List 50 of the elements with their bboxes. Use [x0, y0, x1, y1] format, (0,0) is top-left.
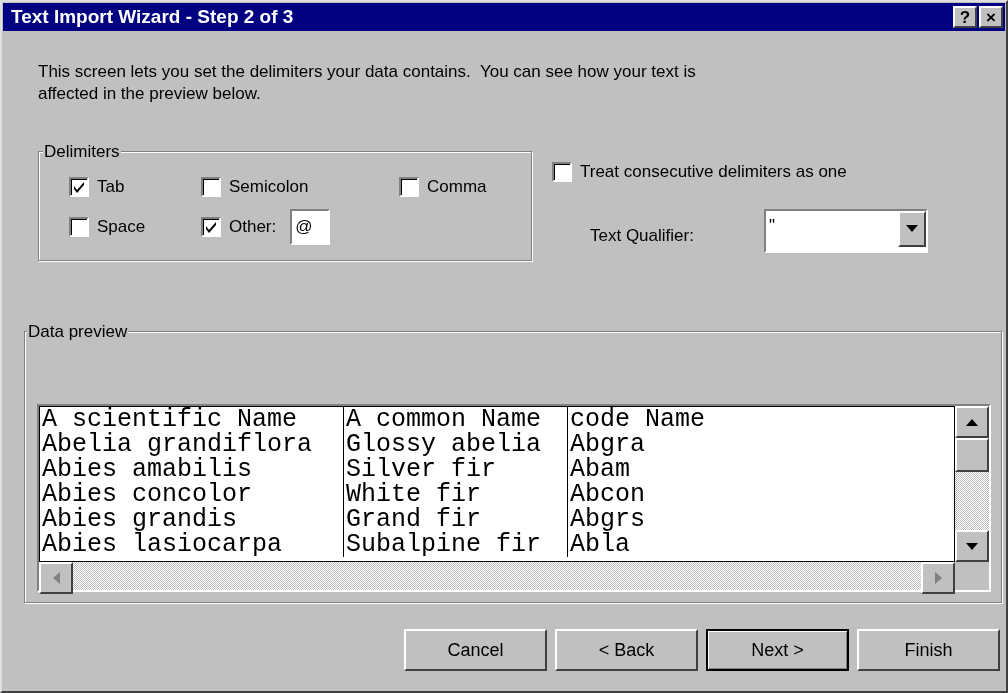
table-cell: White fir	[344, 482, 568, 507]
table-cell-text: code Name	[569, 407, 707, 432]
close-button[interactable]: ×	[979, 6, 1003, 28]
checkbox[interactable]	[399, 177, 419, 197]
table-cell: Glossy abelia	[344, 432, 568, 457]
table-cell: Silver fir	[344, 457, 568, 482]
checkbox[interactable]	[552, 161, 572, 182]
scroll-up-icon[interactable]	[955, 406, 989, 438]
input-field[interactable]: @	[290, 209, 331, 245]
check-icon	[72, 180, 86, 194]
table-cell-text: Abgra	[569, 432, 646, 457]
checkbox-label: Tab	[97, 176, 125, 199]
window-title: Text Import Wizard - Step 2 of 3	[11, 4, 294, 29]
dropdown[interactable]: "	[764, 208, 928, 253]
table-cell: Abies amabilis	[40, 457, 344, 482]
checkbox-label: Other:	[229, 216, 277, 239]
table-cell: Subalpine fir	[344, 532, 568, 557]
wizard-button[interactable]: Finish	[857, 629, 1000, 671]
instructions-text: This screen lets you set the delimiters your data contains. You can see how your text is affected in the preview below.	[38, 61, 697, 105]
table-cell: Grand fir	[344, 507, 568, 532]
table-cell-text: Abla	[569, 532, 630, 557]
checkbox[interactable]	[201, 217, 221, 237]
scroll-down-icon[interactable]	[955, 530, 989, 562]
table-cell: Abelia grandiflora	[40, 432, 344, 457]
table-cell: A scientific Name	[40, 407, 344, 432]
scroll-thumb[interactable]	[955, 438, 989, 472]
table-cell: Abies lasiocarpa	[40, 532, 344, 557]
table-cell: A common Name	[344, 407, 568, 432]
wizard-button[interactable]: Cancel	[404, 629, 547, 671]
table-cell-text: Abcon	[569, 482, 646, 507]
checkbox-label: Space	[97, 216, 146, 239]
checkbox[interactable]	[201, 177, 221, 197]
table-cell-text: Abgrs	[569, 507, 646, 532]
scroll-right-icon[interactable]	[921, 562, 955, 594]
checkbox-label: Comma	[427, 176, 487, 199]
field-label: Text Qualifier:	[590, 224, 695, 247]
vertical-scrollbar[interactable]	[955, 406, 989, 562]
table-cell: Abies grandis	[40, 507, 344, 532]
table-cell: Abies concolor	[40, 482, 344, 507]
wizard-button[interactable]: Next >	[706, 629, 849, 671]
scroll-left-icon[interactable]	[39, 562, 73, 594]
checkbox[interactable]	[69, 177, 89, 197]
check-icon	[204, 220, 218, 234]
wizard-button[interactable]: < Back	[555, 629, 698, 671]
table-cell-text: Abam	[569, 457, 630, 482]
checkbox[interactable]	[69, 217, 89, 237]
help-button[interactable]: ?	[953, 6, 977, 28]
checkbox-label: Treat consecutive delimiters as one	[580, 161, 847, 183]
dropdown-value: "	[768, 214, 776, 237]
checkbox-label: Semicolon	[229, 176, 309, 199]
